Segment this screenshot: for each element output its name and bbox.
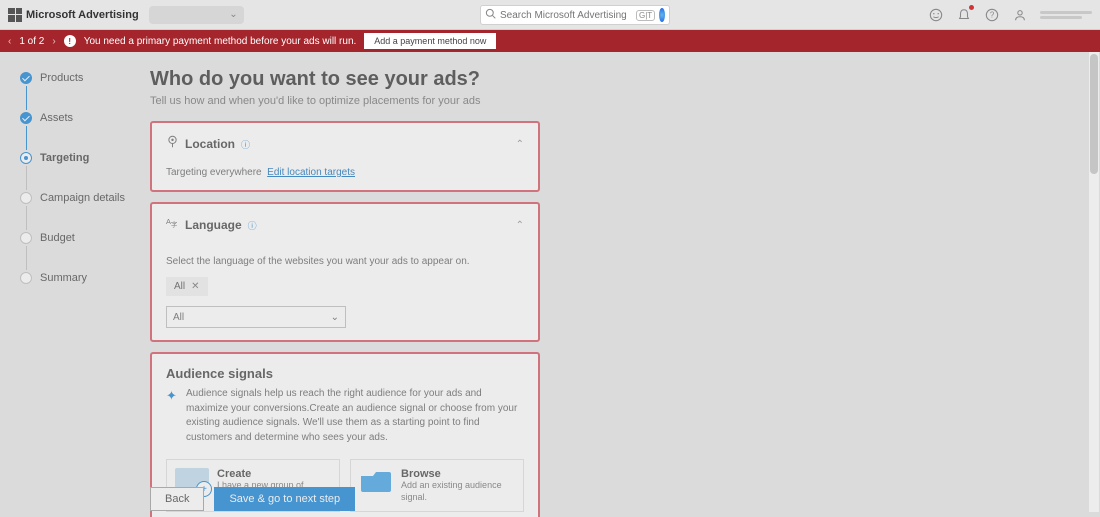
step-targeting[interactable]: Targeting — [20, 152, 150, 164]
search-icon — [485, 6, 496, 24]
profile-icon[interactable] — [1012, 7, 1028, 23]
edit-location-link[interactable]: Edit location targets — [267, 167, 355, 178]
browse-sub: Add an existing audience signal. — [401, 480, 515, 503]
select-value: All — [173, 312, 184, 323]
alert-counter: 1 of 2 — [19, 36, 44, 47]
browse-title: Browse — [401, 468, 515, 480]
brand-area: Microsoft Advertising — [8, 8, 139, 22]
info-icon[interactable]: ⓘ — [241, 138, 250, 151]
save-next-button[interactable]: Save & go to next step — [214, 487, 355, 511]
app-header: Microsoft Advertising ⌄ G|T ? — [0, 0, 1100, 30]
chevron-down-icon: ⌄ — [229, 9, 237, 20]
audience-title: Audience signals — [166, 366, 524, 381]
brand-text: Microsoft Advertising — [26, 9, 139, 21]
notifications-icon[interactable] — [956, 7, 972, 23]
page-subtitle: Tell us how and when you'd like to optim… — [150, 95, 1072, 107]
alert-next-icon[interactable]: › — [52, 36, 55, 47]
alert-message: You need a primary payment method before… — [84, 36, 357, 47]
wizard-footer: Back Save & go to next step — [150, 487, 355, 511]
step-products[interactable]: Products — [20, 72, 150, 84]
vertical-scrollbar[interactable] — [1089, 52, 1099, 512]
alert-badge-icon: ! — [64, 35, 76, 47]
payment-alert-bar: ‹ 1 of 2 › ! You need a primary payment … — [0, 30, 1100, 52]
wizard-steps: Products Assets Targeting Campaign detai… — [0, 52, 150, 517]
language-chip: All ✕ — [166, 277, 208, 296]
collapse-icon[interactable]: ⌃ — [516, 139, 524, 150]
chip-remove-icon[interactable]: ✕ — [191, 281, 199, 292]
search-input[interactable] — [500, 10, 632, 21]
chevron-down-icon: ⌄ — [331, 312, 339, 323]
language-desc: Select the language of the websites you … — [166, 256, 524, 267]
feedback-icon[interactable] — [928, 7, 944, 23]
copilot-icon[interactable] — [659, 8, 665, 22]
location-status: Targeting everywhere — [166, 167, 262, 178]
step-budget[interactable]: Budget — [20, 232, 150, 244]
language-select[interactable]: All ⌄ — [166, 306, 346, 328]
language-title: Language — [185, 218, 242, 232]
global-search[interactable]: G|T — [480, 5, 670, 25]
account-menu[interactable] — [1040, 11, 1092, 19]
collapse-icon[interactable]: ⌃ — [516, 220, 524, 231]
info-icon[interactable]: ⓘ — [248, 219, 257, 232]
browse-folder-icon — [359, 468, 393, 494]
chip-label: All — [174, 281, 185, 292]
location-pin-icon — [166, 135, 179, 153]
step-summary[interactable]: Summary — [20, 272, 150, 284]
sparkle-icon — [166, 388, 180, 402]
language-panel: A字 Language ⓘ ⌃ Select the language of t… — [150, 202, 540, 342]
add-payment-button[interactable]: Add a payment method now — [364, 33, 496, 49]
step-assets[interactable]: Assets — [20, 112, 150, 124]
header-actions: ? — [928, 7, 1092, 23]
location-panel: Location ⓘ ⌃ Targeting everywhere Edit l… — [150, 121, 540, 192]
search-shortcut-badge: G|T — [636, 10, 655, 21]
audience-desc: Audience signals help us reach the right… — [186, 387, 524, 445]
svg-text:?: ? — [990, 10, 995, 19]
svg-text:字: 字 — [171, 220, 178, 229]
help-icon[interactable]: ? — [984, 7, 1000, 23]
step-campaign-details[interactable]: Campaign details — [20, 192, 150, 204]
alert-prev-icon[interactable]: ‹ — [8, 36, 11, 47]
page-title: Who do you want to see your ads? — [150, 68, 1072, 91]
location-title: Location — [185, 137, 235, 151]
language-icon: A字 — [166, 216, 179, 234]
audience-browse-card[interactable]: Browse Add an existing audience signal. — [350, 459, 524, 512]
main-content: Who do you want to see your ads? Tell us… — [150, 52, 1100, 517]
back-button[interactable]: Back — [150, 487, 204, 511]
create-title: Create — [217, 468, 331, 480]
microsoft-logo-icon — [8, 8, 22, 22]
tenant-selector[interactable]: ⌄ — [149, 6, 244, 24]
